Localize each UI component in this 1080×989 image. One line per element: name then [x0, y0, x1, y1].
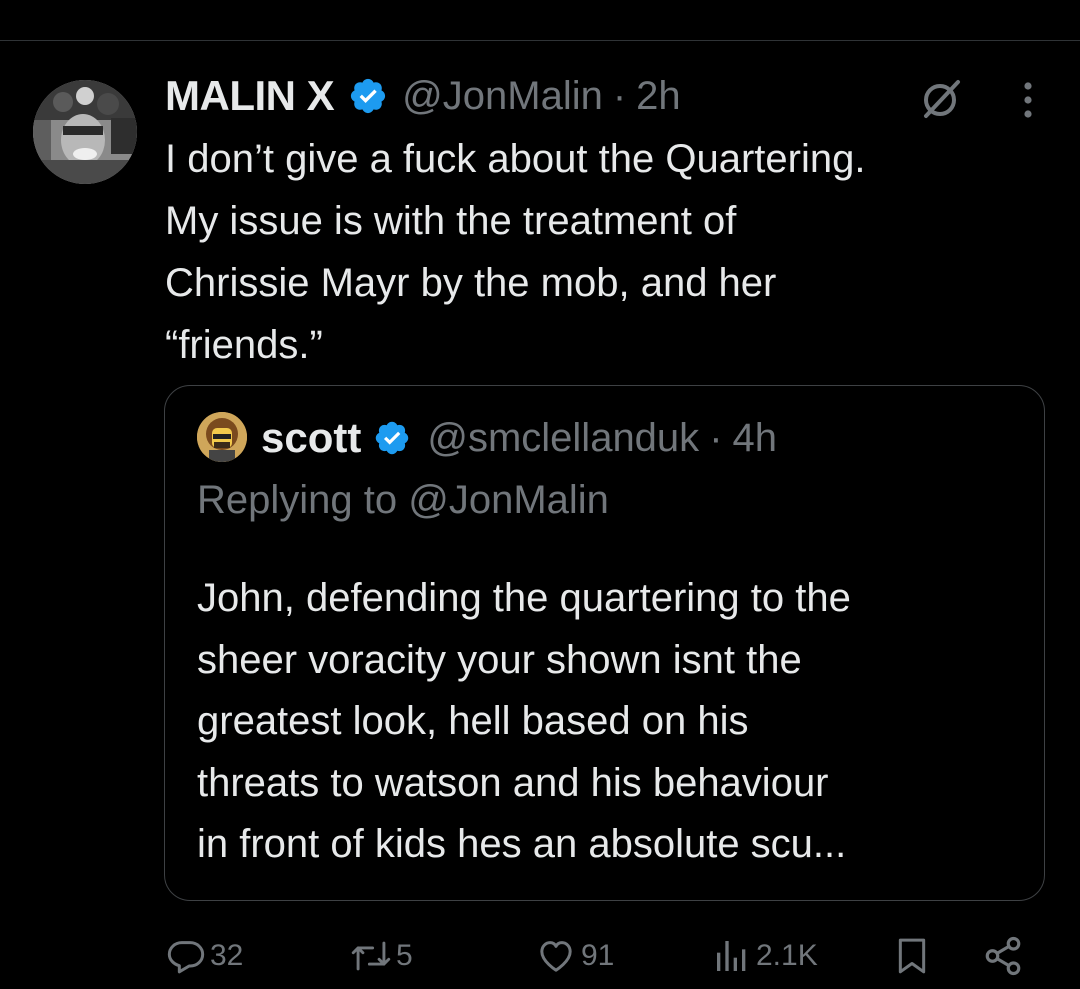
quoted-text-line: sheer voracity your shown isnt the	[197, 637, 802, 682]
top-divider	[0, 40, 1080, 41]
bookmark-button[interactable]	[892, 932, 932, 980]
repost-icon	[351, 941, 391, 971]
quoted-tweet-body: John, defending the quartering to the sh…	[197, 568, 1027, 876]
quoted-text-line: threats to watson and his behaviour	[197, 760, 829, 805]
tweet-header: MALIN X @JonMalin · 2h	[165, 68, 681, 124]
replying-to-label[interactable]: Replying to @JonMalin	[197, 478, 609, 523]
quoted-author-avatar-image	[197, 412, 247, 462]
header-separator: ·	[612, 73, 627, 118]
views-button[interactable]: 2.1K	[712, 932, 818, 980]
author-display-name[interactable]: MALIN X	[165, 72, 335, 120]
like-button[interactable]: 91	[535, 932, 614, 980]
repost-count: 5	[396, 939, 413, 972]
view-count: 2.1K	[756, 939, 818, 972]
quoted-tweet-header: scott @smclellanduk · 4h	[261, 411, 777, 465]
tweet-text-line: My issue is with the treatment of	[165, 199, 737, 243]
grok-icon[interactable]	[918, 76, 964, 122]
tweet-timestamp[interactable]: 2h	[636, 74, 681, 119]
quoted-tweet-timestamp[interactable]: 4h	[733, 416, 778, 461]
tweet-text-line: Chrissie Mayr by the mob, and her	[165, 261, 777, 305]
author-handle[interactable]: @JonMalin	[402, 74, 603, 119]
like-count: 91	[581, 939, 615, 972]
author-avatar[interactable]	[33, 80, 137, 184]
reply-icon	[167, 941, 205, 974]
share-button[interactable]	[982, 932, 1024, 980]
tweet-text-line: “friends.”	[165, 323, 323, 367]
views-chart-icon	[717, 941, 746, 971]
quoted-author-display-name[interactable]: scott	[261, 414, 361, 462]
quoted-text-line: in front of kids hes an absolute scu...	[197, 822, 847, 866]
author-avatar-image	[33, 80, 137, 184]
verified-badge-icon[interactable]	[348, 76, 388, 116]
quoted-text-line: John, defending the quartering to the	[197, 576, 851, 620]
quoted-author-avatar[interactable]	[197, 412, 247, 462]
tweet-body: I don’t give a fuck about the Quartering…	[165, 128, 1045, 376]
quoted-text-line: greatest look, hell based on his	[197, 699, 749, 743]
bookmark-icon	[898, 938, 926, 974]
heart-icon	[540, 941, 572, 972]
verified-badge-icon[interactable]	[373, 419, 411, 457]
quoted-author-handle[interactable]: @smclellanduk	[427, 416, 699, 461]
quoted-tweet-card[interactable]: scott @smclellanduk · 4h Replying to @Jo…	[164, 385, 1045, 901]
reply-button[interactable]: 32	[166, 932, 243, 980]
tweet-text-line: I don’t give a fuck about the Quartering…	[165, 137, 866, 181]
reply-count: 32	[210, 939, 244, 972]
more-options-icon[interactable]	[1008, 78, 1048, 122]
share-icon	[985, 936, 1021, 976]
quoted-header-separator: ·	[709, 415, 723, 460]
repost-button[interactable]: 5	[350, 932, 413, 980]
